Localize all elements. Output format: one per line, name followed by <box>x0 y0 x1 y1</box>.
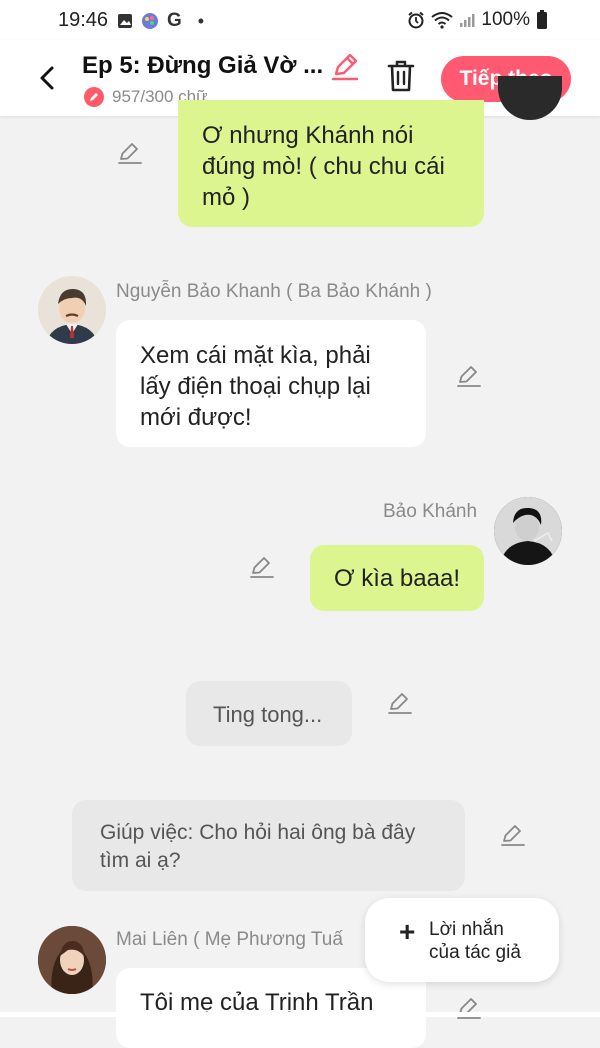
edit-icon[interactable] <box>387 690 413 716</box>
message-line: Xem cái mặt kìa, phải <box>140 342 371 369</box>
pencil-icon <box>84 87 104 107</box>
message-line: đúng mò! ( chu chu cái <box>202 153 445 180</box>
message-line: tìm ai ạ? <box>100 849 181 872</box>
message-line: lấy điện thoại chụp lại <box>140 373 371 400</box>
google-icon: G <box>167 10 182 31</box>
author-note-line: của tác giả <box>429 942 521 963</box>
edit-icon[interactable] <box>249 554 275 580</box>
edit-title-icon[interactable] <box>330 52 360 82</box>
status-right-icons: 100% <box>407 9 548 31</box>
trash-icon[interactable] <box>386 59 416 93</box>
narration-bubble[interactable]: Giúp việc: Cho hỏi hai ông bà đây tìm ai… <box>72 800 465 891</box>
sender-name: Bảo Khánh <box>383 501 478 522</box>
sender-name: Nguyễn Bảo Khanh ( Ba Bảo Khánh ) <box>116 281 432 302</box>
message-line: Ơ nhưng Khánh nói <box>202 122 414 149</box>
wifi-icon <box>431 12 454 29</box>
message-line: mỏ ) <box>202 184 250 211</box>
alarm-icon <box>408 11 425 29</box>
author-note-line: Lời nhắn <box>429 919 504 940</box>
status-bar: 19:46 G • 100% <box>0 0 600 40</box>
image-icon <box>118 14 132 28</box>
notification-dot: • <box>197 10 205 31</box>
edit-icon[interactable] <box>456 995 482 1021</box>
back-arrow-icon[interactable] <box>34 64 62 92</box>
chapter-title: Ep 5: Đừng Giả Vờ ... <box>82 52 324 79</box>
battery-icon <box>537 10 547 29</box>
avatar-bao-khanh[interactable] <box>494 497 562 565</box>
edit-icon[interactable] <box>117 140 143 166</box>
avatar-mai-lien[interactable] <box>38 926 106 994</box>
status-time: 19:46 <box>58 9 109 31</box>
author-note-button[interactable]: + Lời nhắn của tác giả <box>365 898 559 982</box>
edit-icon[interactable] <box>456 363 482 389</box>
edit-icon[interactable] <box>500 822 526 848</box>
message-bubble[interactable]: Ơ nhưng Khánh nói đúng mò! ( chu chu cái… <box>178 100 484 227</box>
sound-effect-bubble[interactable]: Ting tong... <box>186 681 352 746</box>
palette-icon <box>142 13 158 29</box>
status-left-icons: G • <box>117 10 204 32</box>
message-bubble[interactable]: Ơ kìa baaa! <box>310 545 484 611</box>
plus-icon: + <box>399 916 416 947</box>
avatar-nguyen-bao-khanh[interactable] <box>38 276 106 344</box>
sender-name: Mai Liên ( Mẹ Phương Tuấ <box>116 929 343 950</box>
author-note-label: Lời nhắn của tác giả <box>429 918 521 964</box>
message-line: Ting tong... <box>213 702 323 727</box>
battery-percent: 100% <box>481 9 530 30</box>
signal-icon <box>460 14 475 27</box>
message-line: mới được! <box>140 404 252 431</box>
bottom-bar <box>0 1012 600 1017</box>
message-line: Giúp việc: Cho hỏi hai ông bà đây <box>100 821 416 844</box>
message-line: Ơ kìa baaa! <box>334 565 460 592</box>
message-bubble[interactable]: Xem cái mặt kìa, phải lấy điện thoại chụ… <box>116 320 426 447</box>
